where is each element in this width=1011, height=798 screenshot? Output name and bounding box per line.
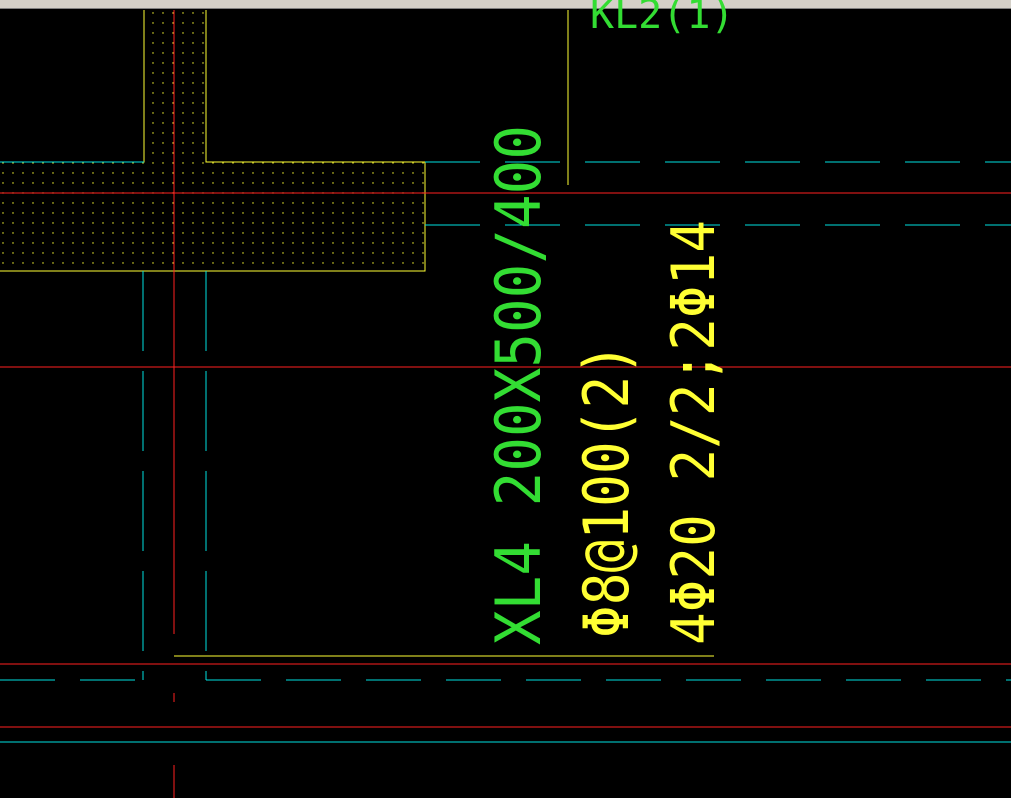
- top-partial-label: KL2(1): [590, 0, 735, 38]
- beam-label-text: XL4 200X500/400: [482, 125, 555, 645]
- slab-hatch-region: [0, 10, 425, 271]
- rebar-spec-text: 4Φ20 2/2;2Φ14: [659, 220, 729, 645]
- cad-drawing-canvas[interactable]: KL2(1) XL4 200X500/400 Φ8@100(2) 4Φ20 2/…: [0, 0, 1011, 798]
- stirrup-spec-text: Φ8@100(2): [570, 343, 643, 638]
